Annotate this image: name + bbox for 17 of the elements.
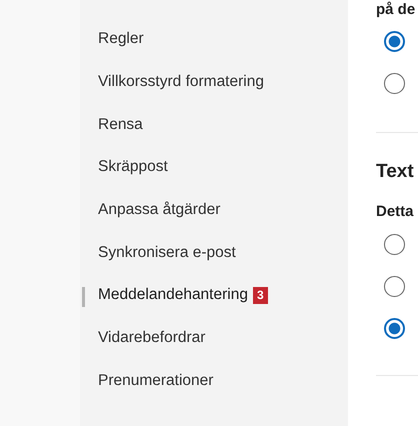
radio-button[interactable] — [384, 318, 405, 339]
nav-item[interactable]: Anpassa åtgärder — [80, 188, 348, 232]
option-group-label: på de — [376, 1, 416, 18]
radio-button[interactable] — [384, 234, 405, 255]
nav-item[interactable]: Prenumerationer — [80, 360, 348, 402]
radio-button[interactable] — [384, 31, 405, 52]
nav-item[interactable]: Synkronisera e-post — [80, 231, 348, 274]
radio-button[interactable] — [384, 276, 405, 297]
nav-item[interactable]: Rensa — [80, 103, 348, 146]
radio-button[interactable] — [384, 73, 405, 94]
section-heading: Text — [376, 161, 415, 183]
nav-item[interactable]: Regler — [80, 18, 348, 61]
nav-item[interactable]: Vidarebefordrar — [80, 316, 348, 360]
count-badge: 3 — [252, 286, 268, 304]
nav-item[interactable]: Skräppost — [80, 146, 348, 189]
nav-item[interactable]: Villkorsstyrd formatering — [80, 60, 348, 104]
option-group-label: Detta — [376, 203, 415, 220]
